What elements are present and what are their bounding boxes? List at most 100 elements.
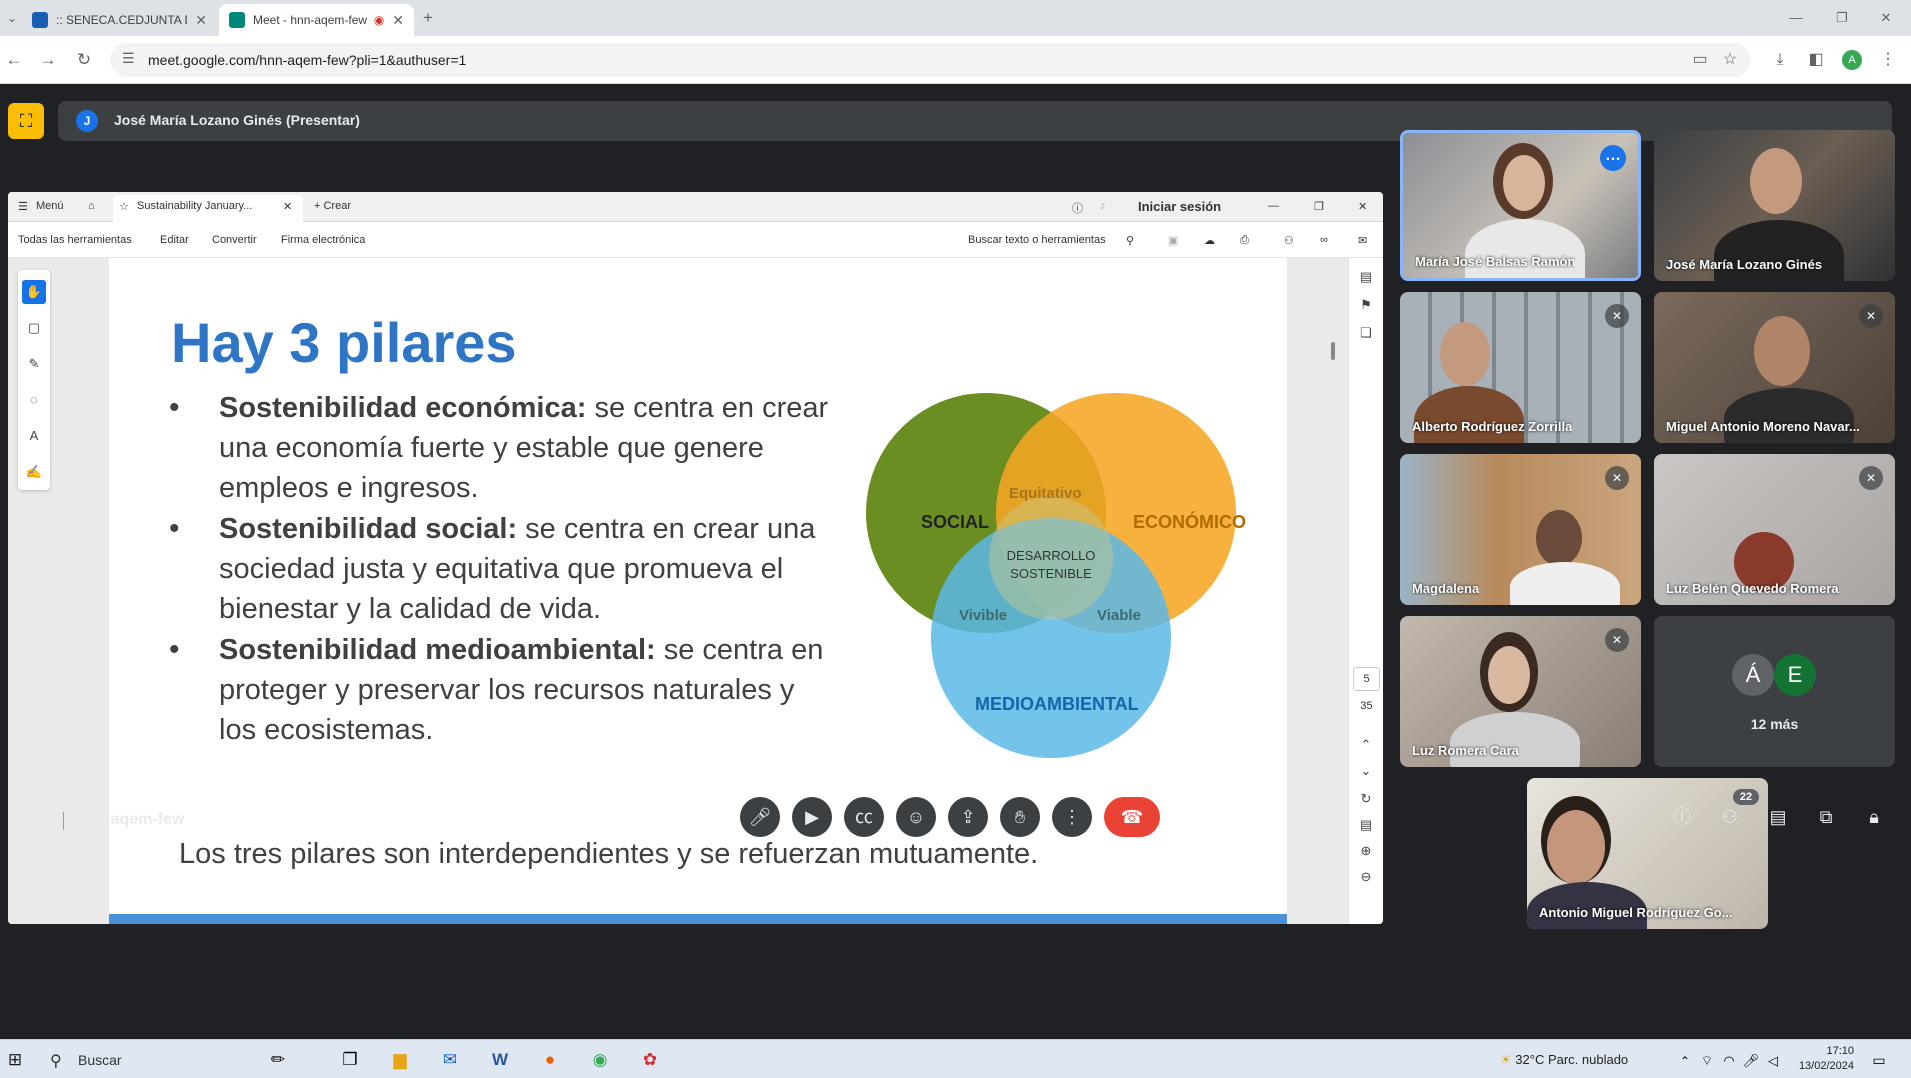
present-button[interactable]: ⇪ — [948, 797, 988, 837]
text-tool-icon[interactable]: A — [22, 424, 46, 448]
close-doc-icon[interactable]: ✕ — [283, 200, 292, 213]
bell-icon[interactable]: ♪ — [1100, 200, 1106, 212]
profile-avatar[interactable]: A — [1842, 50, 1862, 70]
all-tools-menu[interactable]: Todas las herramientas — [18, 234, 132, 246]
more-participants-tile[interactable]: Á E 12 más — [1654, 616, 1895, 767]
word-icon[interactable]: W — [487, 1047, 513, 1073]
page-number-input[interactable]: 5 — [1353, 667, 1380, 691]
convert-menu[interactable]: Convertir — [212, 234, 257, 246]
windows-start-icon[interactable]: ⊞ — [2, 1047, 28, 1073]
leave-call-button[interactable]: ☎ — [1104, 797, 1160, 837]
minimize-icon[interactable]: — — [1784, 6, 1808, 30]
edit-menu[interactable]: Editar — [160, 234, 189, 246]
forward-icon[interactable]: → — [36, 48, 60, 72]
scrollbar-thumb[interactable] — [1331, 342, 1335, 360]
taskbar-clock[interactable]: 17:10 13/02/2024 — [1790, 1044, 1854, 1074]
weather-widget[interactable]: ☀ 32°C Parc. nublado — [1500, 1052, 1628, 1068]
acrobat-menu[interactable]: Menú — [36, 200, 64, 212]
upload-cloud-icon[interactable]: ☁ — [1204, 234, 1215, 247]
print-icon[interactable]: ⎙ — [1240, 234, 1249, 247]
sign-tool-icon[interactable]: ✍ — [22, 460, 46, 484]
firefox-icon[interactable]: ● — [537, 1047, 563, 1073]
share-icon[interactable]: ⚇ — [1284, 234, 1294, 247]
help-icon[interactable]: ⓘ — [1072, 200, 1083, 216]
lasso-tool-icon[interactable]: ◌ — [22, 388, 46, 412]
captions-button[interactable]: ㏄ — [844, 797, 884, 837]
zoom-out-icon[interactable]: ⊖ — [1355, 866, 1377, 888]
chat-icon[interactable]: ▤ — [1762, 801, 1794, 833]
mail-icon[interactable]: ✉ — [1358, 234, 1367, 247]
participant-tile[interactable]: José María Lozano Ginés — [1654, 130, 1895, 281]
pen-tool-icon[interactable]: ✎ — [22, 352, 46, 376]
file-explorer-icon[interactable]: ▆ — [387, 1047, 413, 1073]
close-tab-icon[interactable]: ✕ — [195, 12, 207, 29]
new-tab-icon[interactable]: + — [416, 6, 440, 30]
restore-icon[interactable]: ❐ — [1830, 6, 1854, 30]
zoom-in-icon[interactable]: ⊕ — [1355, 840, 1377, 862]
chrome-icon[interactable]: ◉ — [587, 1047, 613, 1073]
tab-seneca[interactable]: :: SENECA.CEDJUNTA DE ANDALUCIA ✕ — [22, 4, 217, 36]
more-options-icon[interactable]: … — [1600, 145, 1626, 171]
chevron-down-icon[interactable]: ⌄ — [1355, 760, 1377, 782]
kebab-menu-icon[interactable]: ⋮ — [1876, 48, 1900, 72]
close-tab-icon[interactable]: ✕ — [392, 12, 404, 29]
acrobat-restore-icon[interactable]: ❐ — [1314, 200, 1324, 213]
notifications-icon[interactable]: ▭ — [1866, 1047, 1892, 1073]
meeting-info-icon[interactable]: ⓘ — [1666, 801, 1698, 833]
participant-tile[interactable]: … María José Balsas Ramón — [1400, 130, 1641, 281]
more-options-button[interactable]: ⋮ — [1052, 797, 1092, 837]
side-panel-icon[interactable]: ◧ — [1804, 48, 1828, 72]
taskbar-search[interactable]: ⚲ Buscar — [42, 1044, 282, 1075]
back-icon[interactable]: ← — [2, 48, 26, 72]
comments-icon[interactable]: ▤ — [1355, 266, 1377, 288]
participant-tile[interactable]: ✕ Miguel Antonio Moreno Navar... — [1654, 292, 1895, 443]
participant-tile[interactable]: ✕ Luz Belén Quevedo Romera — [1654, 454, 1895, 605]
volume-icon[interactable]: ◁ — [1760, 1048, 1786, 1074]
chevron-up-icon[interactable]: ⌃ — [1355, 734, 1377, 756]
activities-icon[interactable]: ⧉ — [1810, 801, 1842, 833]
site-info-icon[interactable]: ☰ — [122, 50, 135, 67]
create-button[interactable]: + Crear — [314, 200, 351, 212]
acrobat-minimize-icon[interactable]: — — [1268, 200, 1279, 212]
bookmark-star-icon[interactable]: ☆ — [1718, 48, 1742, 72]
shared-screen: ☰ Menú ⌂ ☆ Sustainability January... ✕ +… — [8, 192, 1383, 924]
camera-button[interactable]: ▶ — [792, 797, 832, 837]
sign-in-button[interactable]: Iniciar sesión — [1138, 199, 1221, 214]
task-view-icon[interactable]: ❐ — [337, 1047, 363, 1073]
acrobat-doc-tab[interactable]: ☆ Sustainability January... ✕ — [113, 195, 303, 222]
home-icon[interactable]: ⌂ — [88, 200, 95, 212]
star-icon[interactable]: ☆ — [119, 200, 129, 213]
omnibox[interactable]: ☰ meet.google.com/hnn-aqem-few?pli=1&aut… — [110, 43, 1750, 77]
tab-meet[interactable]: Meet - hnn-aqem-few ◉ ✕ — [219, 4, 414, 36]
search-tools-field[interactable]: Buscar texto o herramientas — [968, 234, 1106, 246]
acrobat-icon[interactable]: ✿ — [637, 1047, 663, 1073]
comment-tool-icon[interactable]: ▢ — [22, 316, 46, 340]
rotate-icon[interactable]: ↻ — [1355, 788, 1377, 810]
link-icon[interactable]: ∞ — [1320, 234, 1328, 246]
bookmarks-icon[interactable]: ⚑ — [1355, 294, 1377, 316]
presentation-icon[interactable]: ⛶ — [8, 103, 44, 139]
tab-search-icon[interactable]: ⌄ — [0, 6, 24, 30]
people-icon[interactable]: ⚇ — [1714, 801, 1746, 833]
acrobat-close-icon[interactable]: ✕ — [1358, 200, 1367, 213]
hand-tool-icon[interactable]: ✋ — [22, 280, 46, 304]
download-icon[interactable]: ⤓ — [1768, 48, 1792, 72]
save-icon[interactable]: ▣ — [1168, 234, 1178, 247]
mail-app-icon[interactable]: ✉ — [437, 1047, 463, 1073]
hamburger-icon[interactable]: ☰ — [18, 200, 28, 213]
esign-menu[interactable]: Firma electrónica — [281, 234, 365, 246]
bullet-economic: • Sostenibilidad económica: se centra en … — [169, 391, 829, 504]
pages-icon[interactable]: ❏ — [1355, 322, 1377, 344]
reload-icon[interactable]: ↻ — [72, 48, 96, 72]
reactions-button[interactable]: ☺ — [896, 797, 936, 837]
participant-tile[interactable]: ✕ Magdalena — [1400, 454, 1641, 605]
participant-tile[interactable]: ✕ Luz Romera Cara — [1400, 616, 1641, 767]
search-icon[interactable]: ⚲ — [1126, 234, 1134, 247]
microphone-button[interactable]: 🎤︎ — [740, 797, 780, 837]
raise-hand-button[interactable]: ✋︎ — [1000, 797, 1040, 837]
camera-icon[interactable]: ▭ — [1688, 48, 1712, 72]
participant-tile[interactable]: ✕ Alberto Rodríguez Zorrilla — [1400, 292, 1641, 443]
page-fit-icon[interactable]: ▤ — [1355, 814, 1377, 836]
host-controls-icon[interactable]: 🔒︎ — [1858, 801, 1890, 833]
close-window-icon[interactable]: ✕ — [1874, 6, 1898, 30]
